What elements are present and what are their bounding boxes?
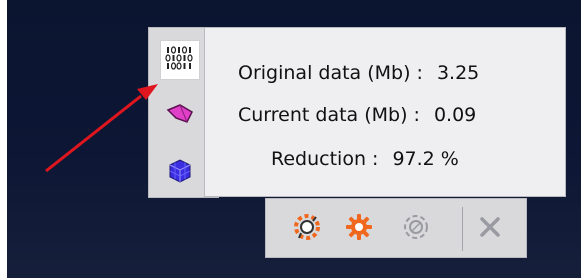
reduction-label: Reduction : <box>271 148 379 170</box>
tab-mesh[interactable] <box>160 152 200 192</box>
shape-surface-icon <box>165 101 195 131</box>
settings-button[interactable] <box>342 212 376 246</box>
close-icon <box>476 213 504 245</box>
current-data-label: Current data (Mb) : <box>238 104 420 126</box>
close-button[interactable] <box>473 212 507 246</box>
reduce-button[interactable] <box>290 212 324 246</box>
tab-surface[interactable] <box>160 96 200 136</box>
tab-data-statistics[interactable] <box>160 40 200 80</box>
current-data-row: Current data (Mb) : 0.09 <box>238 104 581 126</box>
data-statistics-panel: Original data (Mb) : 3.25 Current data (M… <box>204 27 566 197</box>
bottom-toolbar <box>265 198 527 258</box>
current-data-value: 0.09 <box>433 104 477 126</box>
reset-button[interactable] <box>399 212 433 246</box>
original-data-value: 3.25 <box>436 62 480 84</box>
toolbar-divider <box>462 207 463 251</box>
reduction-value: 97.2 % <box>392 148 459 170</box>
reduction-row: Reduction : 97.2 % <box>271 148 581 170</box>
original-data-label: Original data (Mb) : <box>238 62 423 84</box>
mesh-cube-icon <box>166 156 194 188</box>
original-data-row: Original data (Mb) : 3.25 <box>238 62 581 84</box>
settings-gear-icon <box>343 211 375 247</box>
reduce-gear-icon <box>291 211 323 247</box>
reset-circle-icon <box>400 211 432 247</box>
binary-data-icon <box>165 46 195 74</box>
